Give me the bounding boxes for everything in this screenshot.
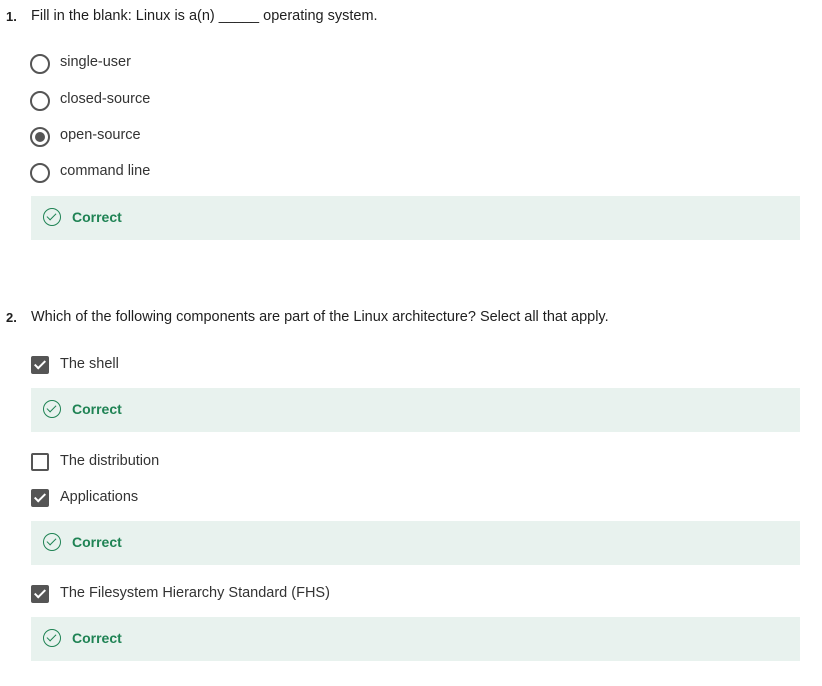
radio-button[interactable] <box>30 54 50 74</box>
check-circle-icon <box>43 533 61 551</box>
option-label: single-user <box>60 54 131 70</box>
option-label: The shell <box>60 356 119 372</box>
correct-feedback: Correct <box>31 617 800 661</box>
correct-feedback: Correct <box>31 388 800 432</box>
option-label: The distribution <box>60 453 160 469</box>
question-text: Which of the following components are pa… <box>31 309 609 325</box>
option-label: command line <box>60 163 151 179</box>
checkbox-checked[interactable] <box>31 489 49 507</box>
feedback-text: Correct <box>72 401 122 417</box>
feedback-text: Correct <box>72 630 122 646</box>
option-label: The Filesystem Hierarchy Standard (FHS) <box>60 585 330 601</box>
checkbox-option-the-distribution[interactable]: The distribution <box>30 452 790 474</box>
radio-button[interactable] <box>30 163 50 183</box>
checkbox-option-fhs[interactable]: The Filesystem Hierarchy Standard (FHS) <box>30 584 790 606</box>
quiz-page: 1. Fill in the blank: Linux is a(n) ____… <box>0 0 822 686</box>
checkbox-option-the-shell[interactable]: The shell <box>30 355 790 377</box>
check-circle-icon <box>43 629 61 647</box>
checkbox-checked[interactable] <box>31 356 49 374</box>
option-label: Applications <box>60 489 139 505</box>
question-number: 1. <box>6 9 17 24</box>
option-label: open-source <box>60 127 141 143</box>
radio-button-selected[interactable] <box>30 127 50 147</box>
checkbox-checked[interactable] <box>31 585 49 603</box>
radio-button[interactable] <box>30 91 50 111</box>
question-header: 1. Fill in the blank: Linux is a(n) ____… <box>0 8 822 30</box>
question-header: 2. Which of the following components are… <box>0 309 822 331</box>
checkbox-option-applications[interactable]: Applications <box>30 488 790 510</box>
check-circle-icon <box>43 400 61 418</box>
radio-option-single-user[interactable]: single-user <box>30 53 790 75</box>
radio-option-open-source[interactable]: open-source <box>30 126 790 148</box>
radio-option-closed-source[interactable]: closed-source <box>30 90 790 112</box>
option-label: closed-source <box>60 91 151 107</box>
check-circle-icon <box>43 208 61 226</box>
question-number: 2. <box>6 310 17 325</box>
radio-option-command-line[interactable]: command line <box>30 162 790 184</box>
feedback-text: Correct <box>72 209 122 225</box>
checkbox[interactable] <box>31 453 49 471</box>
correct-feedback: Correct <box>31 196 800 240</box>
correct-feedback: Correct <box>31 521 800 565</box>
question-text: Fill in the blank: Linux is a(n) _____ o… <box>31 8 378 24</box>
feedback-text: Correct <box>72 534 122 550</box>
